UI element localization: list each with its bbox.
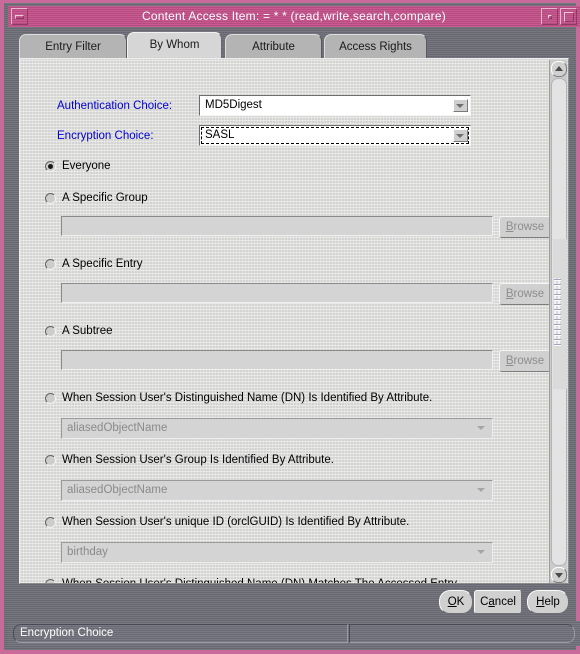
radio-label: When Session User's unique ID (orclGUID)…: [62, 516, 410, 528]
radio-label: A Subtree: [62, 325, 113, 337]
authentication-choice-combobox[interactable]: MD5Digest: [199, 95, 471, 116]
chevron-down-icon[interactable]: [475, 546, 490, 559]
encryption-choice-label: Encryption Choice:: [57, 130, 154, 142]
scrollbar-grip: [554, 278, 561, 346]
browse-subtree-button[interactable]: Browse: [499, 350, 551, 372]
maximize-button[interactable]: [560, 8, 577, 25]
title-bar: Content Access Item: = * * (read,write,s…: [8, 6, 580, 27]
tab-label: By Whom: [149, 39, 200, 51]
dialog-button-bar: OK Cancel Help: [19, 587, 569, 619]
guid-attribute-combobox[interactable]: birthday: [61, 542, 493, 563]
radio-label: When Session User's Distinguished Name (…: [62, 392, 433, 404]
status-secondary: [349, 624, 575, 643]
dn-attribute-value: aliasedObjectName: [67, 422, 168, 434]
tab-attribute[interactable]: Attribute: [225, 34, 322, 59]
vertical-scrollbar[interactable]: [549, 60, 567, 583]
subtree-input[interactable]: [61, 350, 493, 370]
specific-group-input[interactable]: [61, 216, 493, 236]
radio-indicator: [45, 579, 56, 583]
tab-label: Entry Filter: [45, 41, 101, 53]
radio-indicator: [45, 161, 56, 172]
scroll-up-arrow-icon[interactable]: [551, 61, 567, 77]
radio-label: A Specific Entry: [62, 258, 143, 270]
tab-entry-filter[interactable]: Entry Filter: [19, 34, 127, 59]
chevron-down-icon[interactable]: [453, 99, 468, 112]
focus-indicator: [201, 127, 469, 144]
specific-entry-input[interactable]: [61, 283, 493, 303]
authentication-choice-value: MD5Digest: [205, 99, 262, 111]
chevron-down-icon[interactable]: [453, 129, 468, 142]
encryption-choice-combobox[interactable]: SASL: [199, 125, 471, 146]
tab-access-rights[interactable]: Access Rights: [324, 34, 427, 59]
panel-content: Authentication Choice: MD5Digest Encrypt…: [20, 59, 551, 584]
help-button[interactable]: Help: [527, 590, 569, 614]
chevron-down-icon[interactable]: [475, 422, 490, 435]
authentication-choice-label: Authentication Choice:: [57, 100, 173, 112]
group-attribute-combobox[interactable]: aliasedObjectName: [61, 480, 493, 501]
radio-label: When Session User's Group Is Identified …: [62, 454, 334, 466]
window-title: Content Access Item: = * * (read,write,s…: [142, 9, 446, 23]
guid-attribute-value: birthday: [67, 546, 108, 558]
radio-indicator: [45, 393, 56, 404]
dialog-body: Entry Filter By Whom Attribute Access Ri…: [8, 27, 580, 628]
radio-indicator: [45, 455, 56, 466]
radio-label: Everyone: [62, 160, 111, 172]
radio-label: When Session User's Distinguished Name (…: [62, 578, 458, 584]
radio-label: A Specific Group: [62, 192, 148, 204]
scroll-down-arrow-icon[interactable]: [551, 567, 567, 583]
radio-indicator: [45, 326, 56, 337]
radio-indicator: [45, 193, 56, 204]
dn-attribute-combobox[interactable]: aliasedObjectName: [61, 418, 493, 439]
ok-button[interactable]: OK: [439, 590, 473, 614]
tab-label: Access Rights: [339, 41, 412, 53]
maximize-icon: [564, 12, 574, 22]
cancel-button[interactable]: Cancel: [474, 590, 522, 614]
status-bar: Encryption Choice: [8, 621, 580, 646]
tab-by-whom[interactable]: By Whom: [127, 32, 222, 59]
radio-indicator: [45, 517, 56, 528]
radio-indicator: [45, 259, 56, 270]
shade-icon: [548, 15, 552, 19]
browse-group-button[interactable]: Browse: [499, 216, 551, 238]
status-message: Encryption Choice: [13, 624, 348, 643]
tab-strip: Entry Filter By Whom Attribute Access Ri…: [19, 32, 569, 59]
dialog-window: Content Access Item: = * * (read,write,s…: [0, 0, 580, 654]
encryption-choice-value: SASL: [205, 129, 235, 141]
chevron-down-icon[interactable]: [475, 484, 490, 497]
group-attribute-value: aliasedObjectName: [67, 484, 168, 496]
by-whom-panel: Authentication Choice: MD5Digest Encrypt…: [19, 58, 569, 584]
tab-label: Attribute: [252, 41, 295, 53]
browse-entry-button[interactable]: Browse: [499, 283, 551, 305]
shade-button[interactable]: [541, 8, 558, 25]
